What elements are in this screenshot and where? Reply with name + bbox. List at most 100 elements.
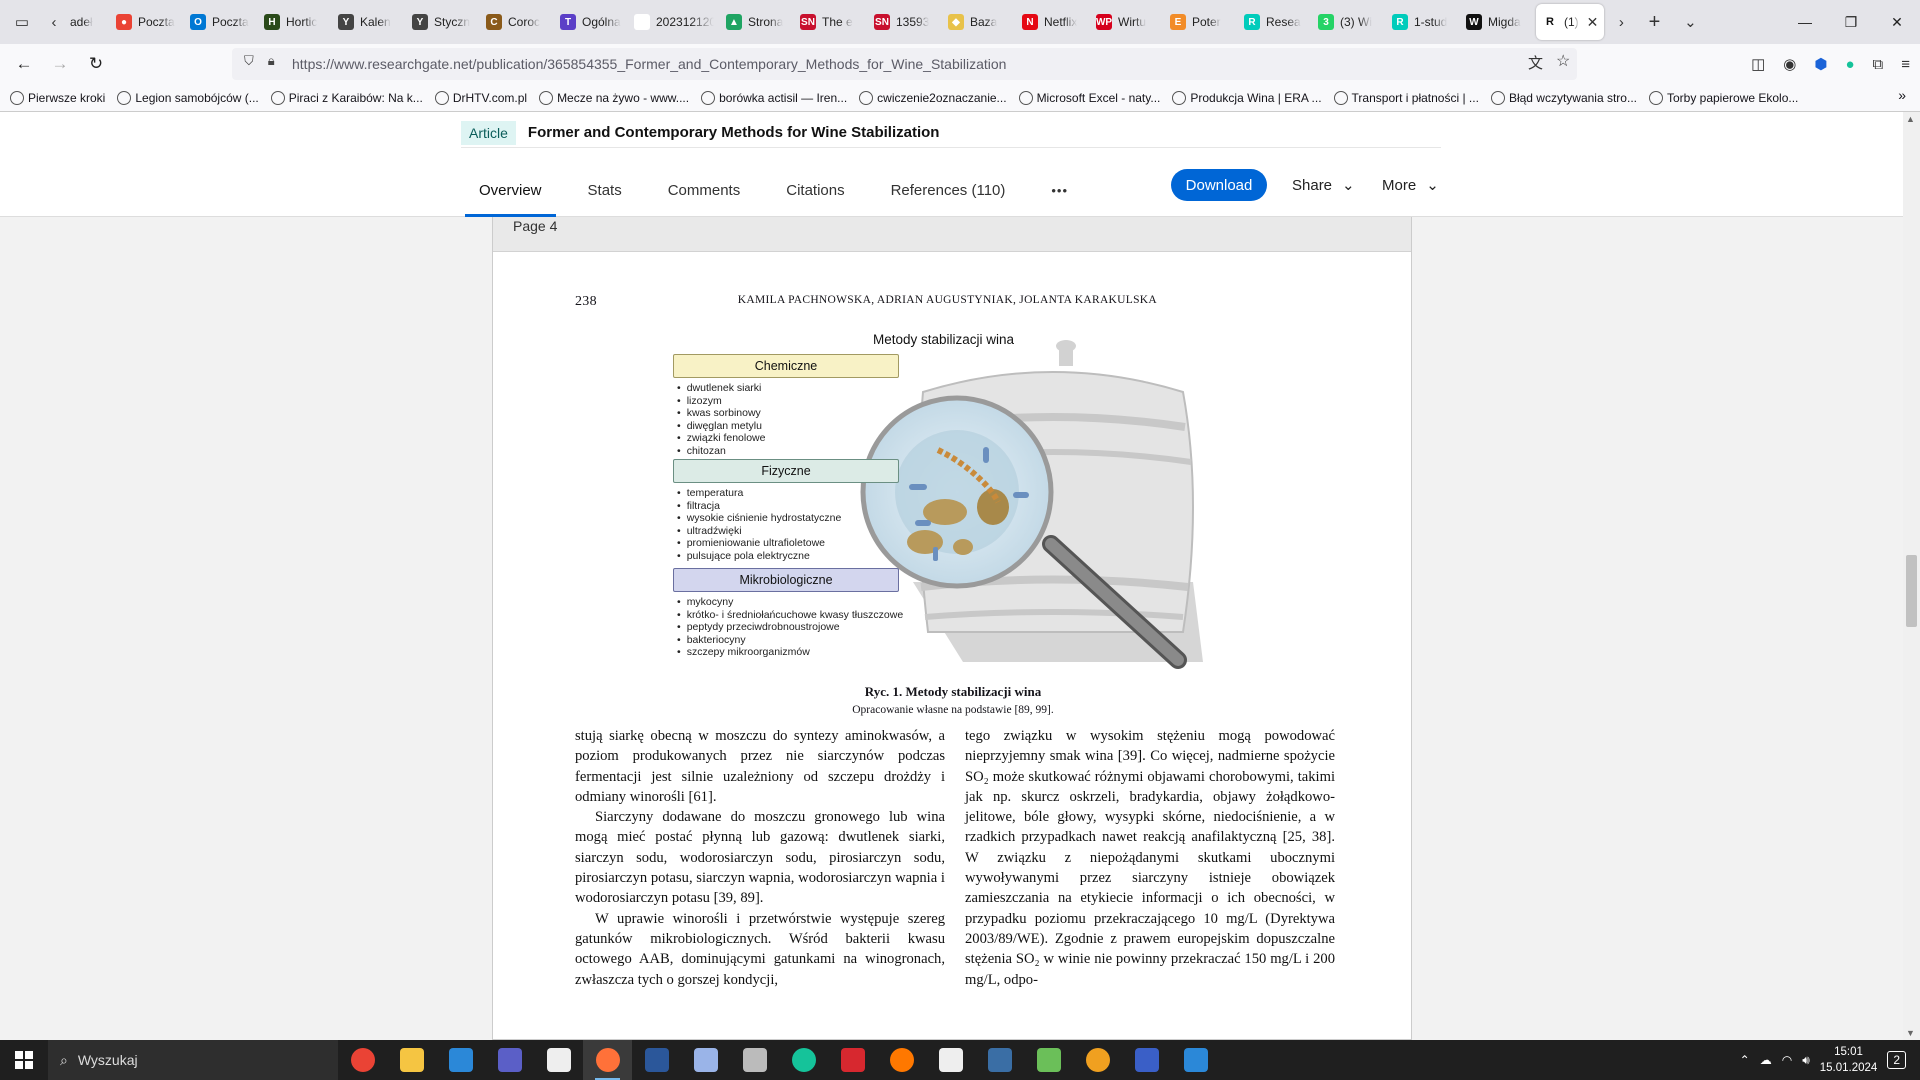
minimize-icon[interactable]: — [1782, 0, 1828, 44]
taskbar-app-feather[interactable] [681, 1040, 730, 1080]
shield-icon[interactable]: ⛉ [244, 53, 254, 69]
tab-citations[interactable]: Citations [786, 164, 844, 217]
bookmark-item[interactable]: cwiczenie2oznaczanie... [859, 90, 1007, 105]
tab-references[interactable]: References (110) [891, 164, 1006, 217]
extension-shield-icon[interactable]: ⬢ [1814, 55, 1827, 73]
browser-tab[interactable]: SN 13593 [868, 4, 942, 40]
browser-tab[interactable]: SN The e [794, 4, 868, 40]
taskbar-app-photos[interactable] [1024, 1040, 1073, 1080]
taskbar-app-mail[interactable] [436, 1040, 485, 1080]
browser-tab[interactable]: N Netflix [1016, 4, 1090, 40]
bookmark-item[interactable]: Microsoft Excel - naty... [1018, 90, 1160, 105]
more-label: More [1382, 176, 1417, 194]
toolbar-icons: ◫ ◉ ⬢ ● ⧉ ≡ [1751, 44, 1910, 84]
browser-tab[interactable]: E Poter [1164, 4, 1238, 40]
list-tabs-icon[interactable]: ⌄ [1672, 0, 1708, 44]
more-options-icon[interactable]: ••• [1051, 164, 1068, 217]
tab-comments[interactable]: Comments [668, 164, 741, 217]
browser-tab[interactable]: WP Wirtu [1090, 4, 1164, 40]
browser-tab[interactable]: 2023121209 [628, 4, 720, 40]
taskbar-app-whiteboard[interactable] [1171, 1040, 1220, 1080]
tab-overview[interactable]: Overview [465, 164, 555, 217]
tray-overflow-icon[interactable]: ⌃ [1740, 1053, 1750, 1067]
back-icon[interactable]: ← [6, 48, 42, 80]
windows-start-icon[interactable] [0, 1040, 48, 1080]
close-tab-icon[interactable]: ✕ [1587, 14, 1599, 31]
taskbar-app-teams[interactable] [485, 1040, 534, 1080]
browser-tab[interactable]: R 1-stud [1386, 4, 1460, 40]
taskbar-app-word[interactable] [632, 1040, 681, 1080]
new-tab-icon[interactable]: + [1636, 0, 1672, 44]
browser-tab[interactable]: O Poczta [184, 4, 258, 40]
bookmarks-overflow-icon[interactable]: » [1898, 87, 1906, 103]
browser-tab[interactable]: T Ogólna [554, 4, 628, 40]
taskbar-search[interactable]: ⌕ Wyszukaj [48, 1040, 338, 1080]
extensions-icon[interactable]: ⧉ [1873, 56, 1884, 73]
taskbar-app-app[interactable] [730, 1040, 779, 1080]
clock[interactable]: 15:01 15.01.2024 [1820, 1044, 1878, 1076]
lock-icon[interactable]: 🔒︎ [268, 53, 275, 69]
taskbar-app-firefox[interactable] [583, 1040, 632, 1080]
browser-tab[interactable]: adeł [64, 4, 110, 40]
paragraph: W uprawie winorośli i przetwórstwie wyst… [575, 910, 945, 988]
bookmark-item[interactable]: Pierwsze kroki [10, 90, 105, 105]
taskbar-app-chrome[interactable] [338, 1040, 387, 1080]
tab-scroll-left-icon[interactable]: ‹ [44, 0, 64, 44]
bookmark-item[interactable]: Torby papierowe Ekolo... [1648, 90, 1798, 105]
taskbar-app-acrobat[interactable] [828, 1040, 877, 1080]
bookmark-star-icon[interactable]: ☆ [1556, 51, 1570, 71]
translate-icon[interactable]: 文 [1528, 52, 1543, 73]
browser-tab[interactable]: ◆ Baza [942, 4, 1016, 40]
taskbar-app-explorer[interactable] [387, 1040, 436, 1080]
browser-tab[interactable]: ● Poczta [110, 4, 184, 40]
bookmark-item[interactable]: Legion samobójców (... [117, 90, 259, 105]
network-icon[interactable]: ☁ [1760, 1053, 1772, 1067]
grammarly-icon[interactable]: ● [1845, 56, 1854, 73]
browser-tab[interactable]: C Coroc [480, 4, 554, 40]
more-button[interactable]: More ⌄ [1382, 169, 1439, 201]
taskbar-app-avast[interactable] [877, 1040, 926, 1080]
taskbar-app-save[interactable] [1122, 1040, 1171, 1080]
bookmark-item[interactable]: Produkcja Wina | ERA ... [1172, 90, 1322, 105]
browser-tab[interactable]: W Migda [1460, 4, 1534, 40]
menu-icon[interactable]: ≡ [1901, 56, 1910, 73]
forward-icon[interactable]: → [42, 48, 78, 80]
browser-tab[interactable]: Y Styczn [406, 4, 480, 40]
wifi-icon[interactable]: ◠ [1782, 1053, 1792, 1067]
browser-tab[interactable]: Y Kalen [332, 4, 406, 40]
taskbar-app-grammarly[interactable] [779, 1040, 828, 1080]
pocket-icon[interactable]: ◫ [1751, 55, 1765, 73]
taskbar-app-vpn[interactable] [975, 1040, 1024, 1080]
taskbar-app-file[interactable] [534, 1040, 583, 1080]
tab-scroll-right-icon[interactable]: › [1606, 0, 1636, 44]
close-window-icon[interactable]: ✕ [1874, 0, 1920, 44]
taskbar-app-disc[interactable] [1073, 1040, 1122, 1080]
tab-active[interactable]: R (1) ✕ [1536, 4, 1605, 40]
reload-icon[interactable]: ↻ [78, 48, 114, 80]
scroll-up-icon[interactable]: ▲ [1906, 114, 1915, 124]
scroll-down-icon[interactable]: ▼ [1906, 1028, 1915, 1038]
bookmark-item[interactable]: Błąd wczytywania stro... [1490, 90, 1637, 105]
notifications-icon[interactable]: 2 [1887, 1051, 1906, 1069]
taskbar-app-ocr[interactable] [926, 1040, 975, 1080]
url-bar[interactable]: https://www.researchgate.net/publication… [232, 48, 1577, 80]
browser-tab[interactable]: ▲ Strona [720, 4, 794, 40]
share-button[interactable]: Share ⌄ [1292, 169, 1355, 201]
bookmark-item[interactable]: Piraci z Karaibów: Na k... [270, 90, 423, 105]
browser-tab[interactable]: R Resea [1238, 4, 1312, 40]
bookmark-item[interactable]: borówka actisil — Iren... [701, 90, 847, 105]
tab-list-icon[interactable]: ▭ [0, 0, 44, 44]
tab-stats[interactable]: Stats [588, 164, 622, 217]
restore-icon[interactable]: ❐ [1828, 0, 1874, 44]
tab-favicon-icon: R [1392, 14, 1408, 30]
bookmark-item[interactable]: Transport i płatności | ... [1333, 90, 1479, 105]
browser-tab[interactable]: 3 (3) Wi [1312, 4, 1386, 40]
bookmark-item[interactable]: DrHTV.com.pl [434, 90, 527, 105]
vertical-scrollbar[interactable]: ▲ ▼ [1903, 112, 1920, 1040]
account-icon[interactable]: ◉ [1783, 55, 1796, 73]
download-button[interactable]: Download [1171, 169, 1267, 201]
scrollbar-thumb[interactable] [1906, 555, 1917, 627]
volume-icon[interactable]: 🔊︎ [1802, 1053, 1810, 1068]
browser-tab[interactable]: H Hortic [258, 4, 332, 40]
bookmark-item[interactable]: Mecze na żywo - www.... [539, 90, 689, 105]
